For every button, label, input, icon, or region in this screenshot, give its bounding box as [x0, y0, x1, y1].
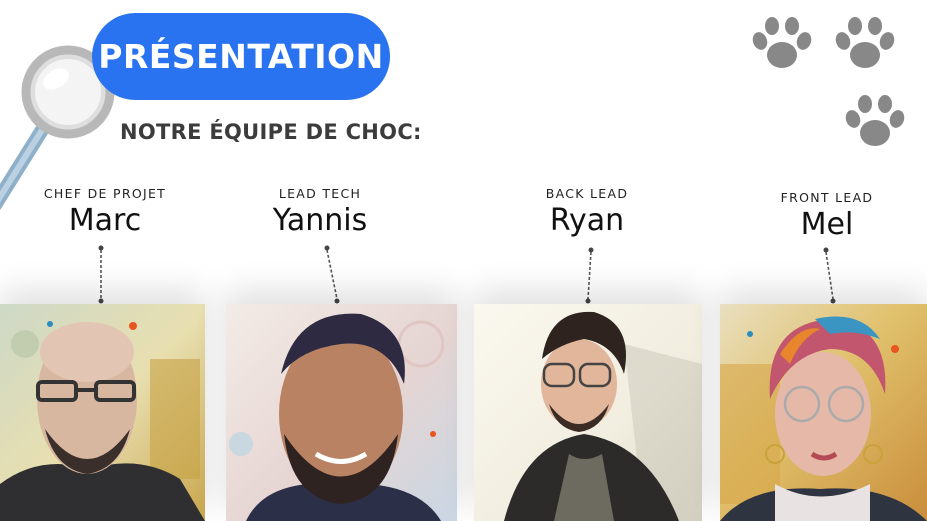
team-subtitle: NOTRE ÉQUIPE DE CHOC:: [120, 120, 422, 144]
paw-icon: [845, 95, 905, 146]
team-member-mel: FRONT LEAD Mel: [752, 190, 902, 242]
member-role: LEAD TECH: [278, 186, 362, 201]
member-name: Marc: [68, 203, 142, 238]
hanging-string-icon: [585, 247, 594, 304]
paw-icon: [835, 17, 895, 68]
member-name: Mel: [800, 207, 854, 242]
page-title: PRÉSENTATION: [98, 37, 384, 76]
hanging-string-icon: [324, 245, 340, 304]
member-name: Ryan: [549, 203, 625, 238]
team-member-ryan: BACK LEAD Ryan: [512, 186, 662, 238]
portrait-ryan: [474, 304, 702, 521]
presentation-slide: PRÉSENTATION NOTRE ÉQUIPE DE CHOC: CHEF …: [0, 0, 927, 521]
member-role: CHEF DE PROJET: [43, 186, 167, 201]
hanging-string-icon: [98, 245, 104, 304]
member-role: BACK LEAD: [545, 186, 629, 201]
portrait-mel: [720, 304, 927, 521]
portrait-marc: [0, 304, 205, 521]
title-banner: PRÉSENTATION: [92, 13, 390, 100]
paw-icon: [752, 17, 812, 68]
team-member-yannis: LEAD TECH Yannis: [245, 186, 395, 238]
hanging-string-icon: [823, 247, 836, 304]
team-member-marc: CHEF DE PROJET Marc: [30, 186, 180, 238]
member-role: FRONT LEAD: [780, 190, 874, 205]
portrait-yannis: [226, 304, 457, 521]
member-name: Yannis: [272, 203, 368, 238]
